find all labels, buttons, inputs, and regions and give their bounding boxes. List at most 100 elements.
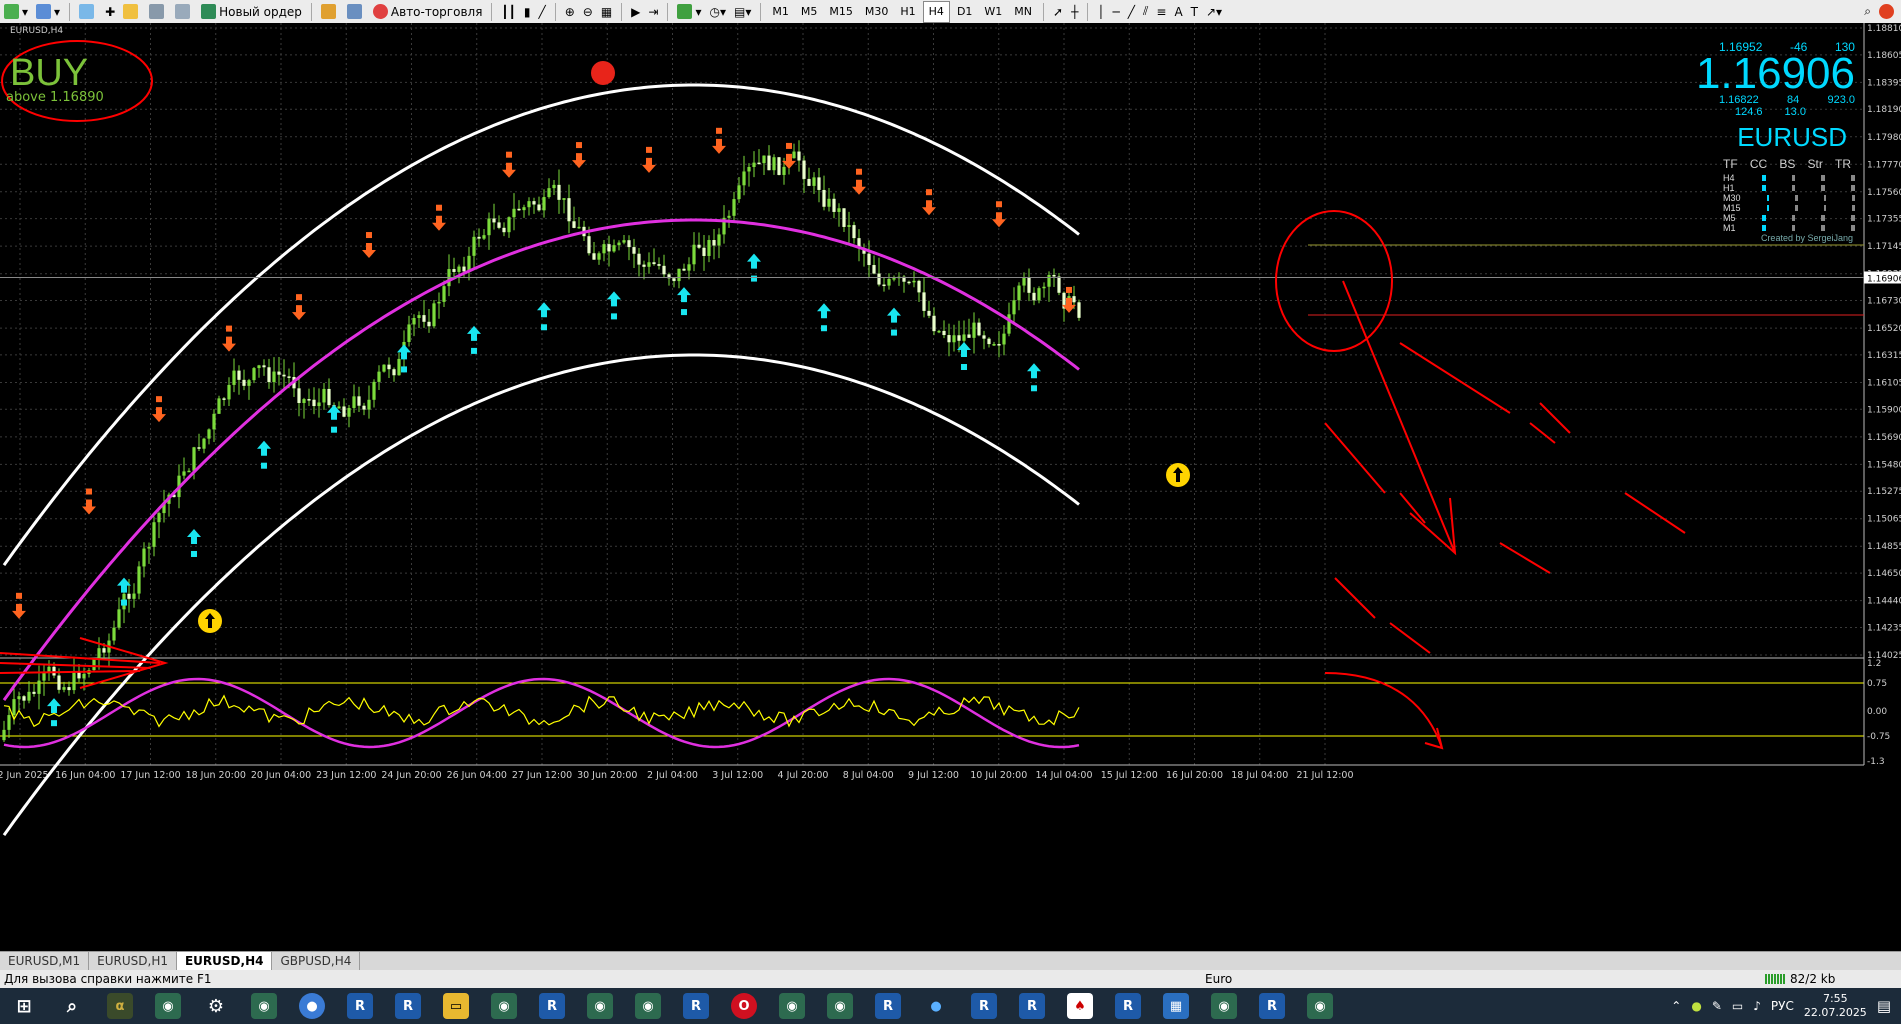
- new-chart-button[interactable]: ▾: [1, 2, 31, 22]
- terminal-app-icon-1[interactable]: R: [347, 993, 373, 1019]
- navigator-icon[interactable]: [120, 2, 144, 22]
- candle-body: [457, 266, 461, 272]
- chart-shift-icon[interactable]: ⇥: [645, 2, 661, 22]
- app-icon-globe-4[interactable]: ◉: [587, 993, 613, 1019]
- price-chart[interactable]: 1.18810 1.18605 1.18395 1.18190 1.17980 1.177…: [0, 23, 1901, 954]
- app-icon-globe-2[interactable]: ◉: [251, 993, 277, 1019]
- tf-button-mn[interactable]: MN: [1009, 2, 1037, 22]
- line-chart-icon[interactable]: ╱: [535, 2, 548, 22]
- tab-eurusd-h1[interactable]: EURUSD,H1: [89, 952, 177, 970]
- taskbar-search-icon[interactable]: ⌕: [59, 993, 85, 1019]
- water-drop-icon[interactable]: ●: [923, 993, 949, 1019]
- candle-body: [577, 226, 581, 229]
- app-icon-globe-5[interactable]: ◉: [635, 993, 661, 1019]
- app-icon-circle[interactable]: ●: [299, 993, 325, 1019]
- shapes-icon[interactable]: ↗▾: [1203, 2, 1225, 22]
- alpari-app-icon[interactable]: α: [107, 993, 133, 1019]
- tf-button-d1[interactable]: D1: [952, 2, 977, 22]
- terminal-app-icon-5[interactable]: R: [875, 993, 901, 1019]
- zoom-out-icon[interactable]: ⊖: [580, 2, 596, 22]
- tray-app-icon[interactable]: ●: [1691, 999, 1701, 1013]
- tester-icon[interactable]: [172, 2, 196, 22]
- windows-start-icon[interactable]: ⊞: [11, 993, 37, 1019]
- calculator-icon[interactable]: ▦: [1163, 993, 1189, 1019]
- periods-icon[interactable]: ◷▾: [707, 2, 730, 22]
- terminal-app-icon-2[interactable]: R: [395, 993, 421, 1019]
- panel-status-square-icon: [1795, 205, 1798, 211]
- price-label: 1.14855: [1867, 542, 1901, 552]
- app-icon-globe-8[interactable]: ◉: [1211, 993, 1237, 1019]
- crosshair-tool-icon[interactable]: ┼: [1068, 2, 1081, 22]
- app-icon-globe-1[interactable]: ◉: [155, 993, 181, 1019]
- signal-dot: [1066, 286, 1072, 293]
- tray-chevron-icon[interactable]: ⌃: [1671, 999, 1681, 1013]
- terminal-app-icon-7[interactable]: R: [1019, 993, 1045, 1019]
- indicators-icon[interactable]: ▾: [674, 2, 704, 22]
- opera-browser-icon[interactable]: O: [731, 993, 757, 1019]
- tray-language[interactable]: РУС: [1771, 999, 1794, 1013]
- new-order-button[interactable]: Новый ордер: [198, 2, 305, 22]
- trendline-icon[interactable]: ╱: [1125, 2, 1138, 22]
- tray-pen-icon[interactable]: ✎: [1712, 999, 1722, 1013]
- fibonacci-icon[interactable]: ≡: [1153, 2, 1169, 22]
- app-icon-globe-9[interactable]: ◉: [1307, 993, 1333, 1019]
- tf-button-m5[interactable]: M5: [796, 2, 823, 22]
- candle-body: [247, 380, 251, 386]
- tab-eurusd-h4[interactable]: EURUSD,H4: [176, 952, 273, 970]
- search-icon[interactable]: ⌕: [1861, 2, 1874, 22]
- terminal-app-icon-8[interactable]: R: [1115, 993, 1141, 1019]
- tab-gbpusd-h4[interactable]: GBPUSD,H4: [272, 952, 361, 970]
- file-explorer-icon[interactable]: ▭: [443, 993, 469, 1019]
- crosshair-icon[interactable]: ✚: [102, 2, 118, 22]
- metaeditor-icon[interactable]: [318, 2, 342, 22]
- templates-icon[interactable]: ▤▾: [731, 2, 754, 22]
- tf-button-m30[interactable]: M30: [860, 2, 894, 22]
- app-icon-globe-7[interactable]: ◉: [827, 993, 853, 1019]
- signals-icon[interactable]: [344, 2, 368, 22]
- vertical-line-icon[interactable]: │: [1094, 2, 1107, 22]
- candle-body: [142, 548, 146, 567]
- candle-body: [712, 240, 716, 246]
- tf-button-m1[interactable]: M1: [767, 2, 794, 22]
- terminal-app-icon-9[interactable]: R: [1259, 993, 1285, 1019]
- notification-center-icon[interactable]: ▤: [1877, 997, 1891, 1015]
- notifications-icon[interactable]: [1876, 2, 1900, 22]
- settings-gear-icon[interactable]: ⚙: [203, 993, 229, 1019]
- tray-date: 22.07.2025: [1803, 1006, 1867, 1019]
- cursor-icon[interactable]: ➚: [1050, 2, 1066, 22]
- time-axis: 12 Jun 2025 16 Jun 04:00 17 Jun 12:00 18 Ju…: [0, 770, 1353, 781]
- tf-button-m15[interactable]: M15: [824, 2, 858, 22]
- terminal-icon[interactable]: [146, 2, 170, 22]
- tf-button-w1[interactable]: W1: [979, 2, 1007, 22]
- terminal-app-icon-4[interactable]: R: [683, 993, 709, 1019]
- tray-clock[interactable]: 7:55 22.07.2025: [1804, 992, 1867, 1020]
- label-tool-icon[interactable]: T: [1188, 2, 1201, 22]
- tray-volume-icon[interactable]: ♪: [1753, 999, 1761, 1013]
- tray-network-icon[interactable]: ▭: [1732, 999, 1743, 1013]
- app-icon-globe-3[interactable]: ◉: [491, 993, 517, 1019]
- tab-eurusd-m1[interactable]: EURUSD,M1: [0, 952, 90, 970]
- channel-icon[interactable]: ⫽: [1140, 2, 1151, 22]
- tile-windows-icon[interactable]: ▦: [598, 2, 615, 22]
- app-icon-globe-6[interactable]: ◉: [779, 993, 805, 1019]
- auto-trading-button[interactable]: Авто-торговля: [370, 2, 486, 22]
- candle-chart-icon[interactable]: ▮: [521, 2, 534, 22]
- candle-body: [252, 368, 256, 381]
- zoom-in-icon[interactable]: ⊕: [562, 2, 578, 22]
- cards-app-icon[interactable]: ♠: [1067, 993, 1093, 1019]
- profiles-button[interactable]: ▾: [33, 2, 63, 22]
- autoscroll-icon[interactable]: ▶: [628, 2, 643, 22]
- tf-button-h4[interactable]: H4: [922, 0, 950, 23]
- terminal-app-icon-3[interactable]: R: [539, 993, 565, 1019]
- bar-chart-icon[interactable]: ┃┃: [498, 2, 518, 22]
- candle-body: [957, 335, 961, 341]
- panel-status-square-icon: [1761, 225, 1766, 231]
- terminal-app-icon-6[interactable]: R: [971, 993, 997, 1019]
- panel-status-square-icon: [1761, 185, 1766, 191]
- tf-button-h1[interactable]: H1: [895, 2, 920, 22]
- osc-level-label: 0.75: [1867, 679, 1887, 689]
- text-tool-icon[interactable]: A: [1171, 2, 1185, 22]
- horizontal-line-icon[interactable]: ─: [1110, 2, 1123, 22]
- price-label: 1.17980: [1867, 133, 1901, 143]
- market-watch-icon[interactable]: [76, 2, 100, 22]
